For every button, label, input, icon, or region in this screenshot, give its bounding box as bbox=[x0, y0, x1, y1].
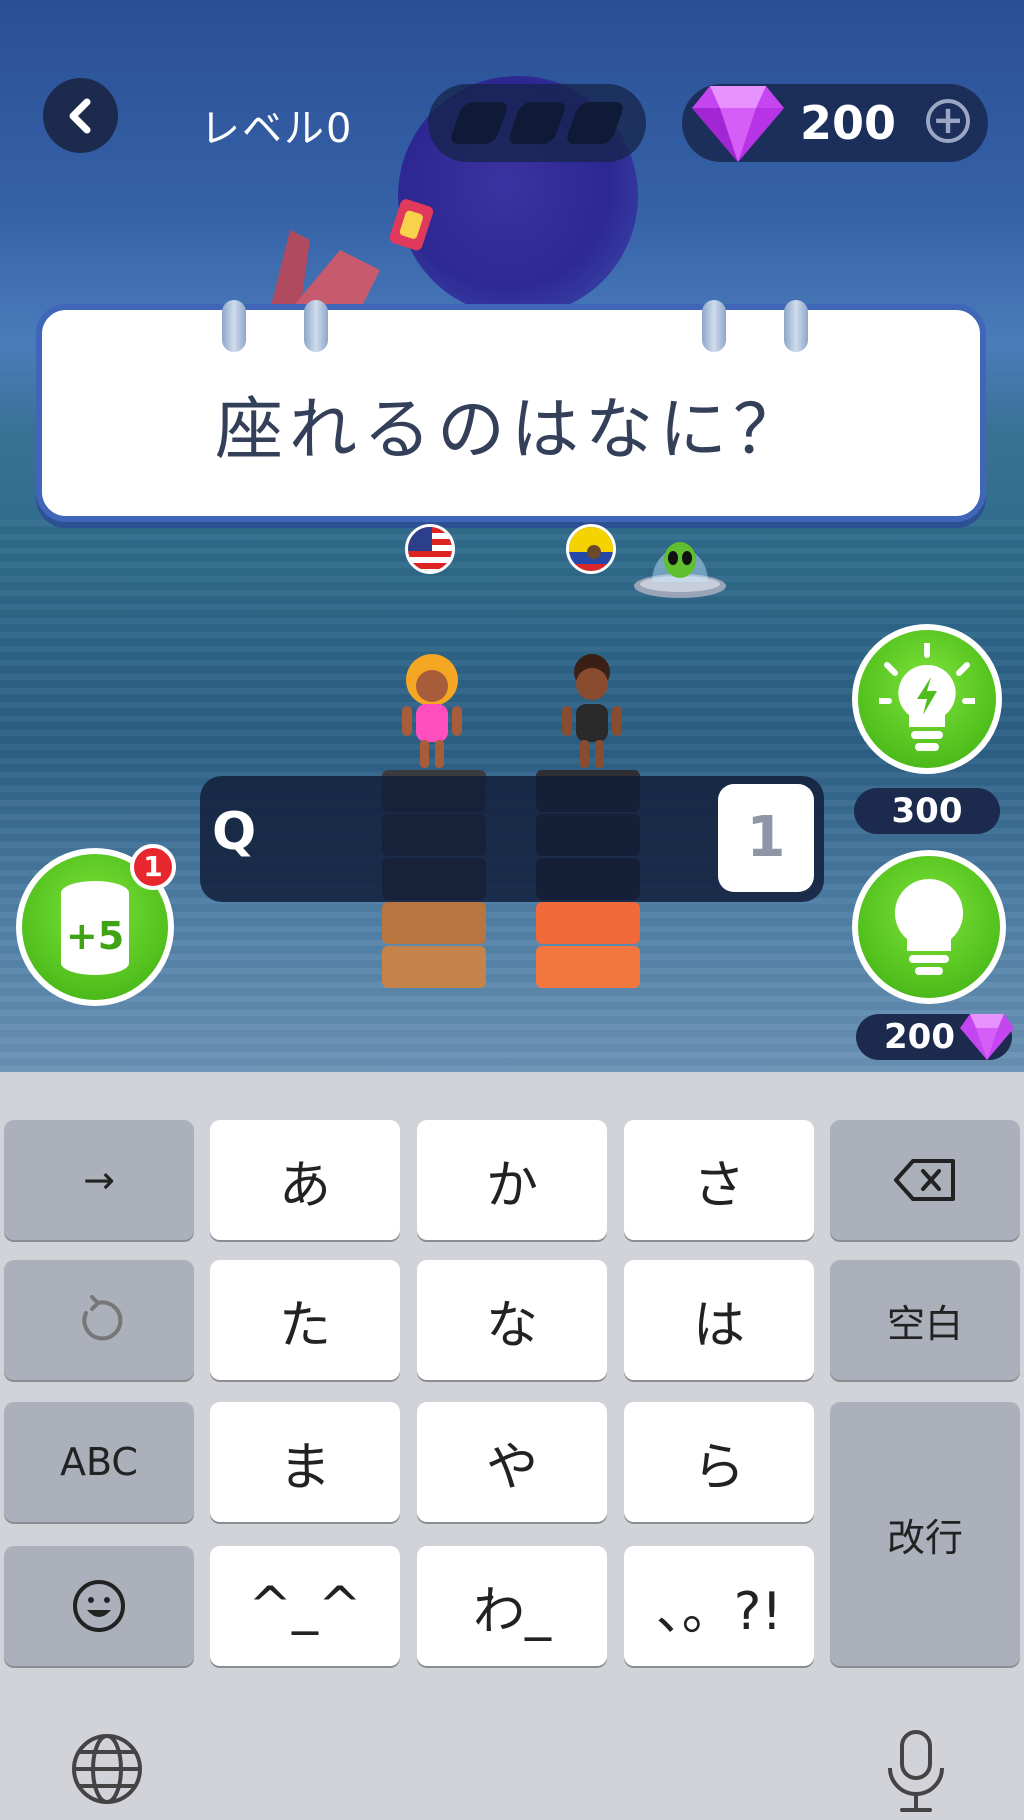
key-ka[interactable]: か bbox=[417, 1120, 607, 1240]
binder-ring bbox=[780, 300, 812, 358]
ecuador-flag-icon bbox=[566, 524, 616, 574]
stack-layer bbox=[536, 902, 640, 944]
key-abc[interactable]: ABC bbox=[4, 1402, 194, 1522]
bulb-hint-button[interactable] bbox=[852, 850, 1006, 1004]
key-return[interactable]: 改行 bbox=[830, 1402, 1020, 1666]
binder-ring bbox=[218, 300, 250, 358]
energy-hint-button[interactable] bbox=[852, 624, 1002, 774]
back-button[interactable] bbox=[43, 78, 118, 153]
opponent-character bbox=[562, 654, 622, 768]
undo-icon bbox=[82, 1295, 123, 1341]
question-card: 座れるのはなに？ bbox=[36, 300, 986, 522]
question-text: 座れるのはなに？ bbox=[214, 391, 807, 470]
key-punctuation[interactable]: 、。?! bbox=[624, 1546, 814, 1666]
globe-icon bbox=[72, 1734, 142, 1804]
level-label: レベル0 bbox=[200, 106, 354, 152]
bulb-hint-cost: 200 bbox=[884, 1017, 955, 1057]
alien-ufo-icon bbox=[634, 542, 726, 598]
progress-segment bbox=[506, 102, 568, 144]
answer-prefix: Q bbox=[212, 802, 257, 862]
key-kaomoji[interactable]: ^_^ bbox=[210, 1546, 400, 1666]
key-emoji[interactable] bbox=[4, 1546, 194, 1666]
plus5-label: +5 bbox=[66, 914, 124, 958]
key-ta[interactable]: た bbox=[210, 1260, 400, 1380]
microphone-icon bbox=[888, 1730, 944, 1812]
game-scene: レベル0 200 + 座れるのはなに？ Q 1 +5 1 300 200 bbox=[0, 0, 1024, 1072]
chevron-left-icon bbox=[69, 98, 90, 133]
japanese-keyboard: → あ か さ た な は 空白 ABC ま や ら 改行 ^_^ わ_ 、。?… bbox=[0, 1072, 1024, 1820]
gem-count: 200 bbox=[800, 96, 897, 150]
binder-ring bbox=[698, 300, 730, 358]
key-ma[interactable]: ま bbox=[210, 1402, 400, 1522]
player-character bbox=[402, 654, 462, 768]
progress-segment bbox=[564, 102, 626, 144]
stack-layer bbox=[382, 946, 486, 988]
key-undo[interactable] bbox=[4, 1260, 194, 1380]
globe-button[interactable] bbox=[70, 1732, 144, 1810]
microphone-button[interactable] bbox=[884, 1728, 948, 1818]
stack-layer bbox=[536, 946, 640, 988]
key-ha[interactable]: は bbox=[624, 1260, 814, 1380]
card-decoration bbox=[389, 199, 434, 251]
lightbulb-icon bbox=[894, 878, 964, 975]
answer-bar: Q 1 bbox=[200, 776, 824, 902]
binder-ring bbox=[300, 300, 332, 358]
key-space[interactable]: 空白 bbox=[830, 1260, 1020, 1380]
key-ya[interactable]: や bbox=[417, 1402, 607, 1522]
usa-flag-icon bbox=[405, 524, 455, 574]
lightbulb-bolt-icon bbox=[879, 643, 975, 751]
add-gems-button[interactable]: + bbox=[926, 99, 970, 143]
stack-layer bbox=[382, 902, 486, 944]
key-a[interactable]: あ bbox=[210, 1120, 400, 1240]
key-na[interactable]: な bbox=[417, 1260, 607, 1380]
key-next-arrow[interactable]: → bbox=[4, 1120, 194, 1240]
emoji-icon bbox=[73, 1580, 125, 1632]
progress-segment bbox=[448, 102, 510, 144]
rocket-decoration bbox=[270, 230, 380, 310]
key-wa[interactable]: わ_ bbox=[417, 1546, 607, 1666]
key-sa[interactable]: さ bbox=[624, 1120, 814, 1240]
gem-icon bbox=[960, 1014, 1014, 1060]
level-progress bbox=[428, 84, 646, 162]
key-backspace[interactable] bbox=[830, 1120, 1020, 1240]
notification-badge: 1 bbox=[130, 844, 176, 890]
energy-hint-cost: 300 bbox=[854, 788, 1000, 834]
barrel-icon: +5 bbox=[61, 881, 129, 975]
key-ra[interactable]: ら bbox=[624, 1402, 814, 1522]
gem-balance[interactable]: 200 + bbox=[682, 84, 988, 162]
letter-count-box: 1 bbox=[718, 784, 814, 892]
backspace-icon bbox=[894, 1159, 955, 1201]
gem-icon bbox=[692, 86, 784, 162]
